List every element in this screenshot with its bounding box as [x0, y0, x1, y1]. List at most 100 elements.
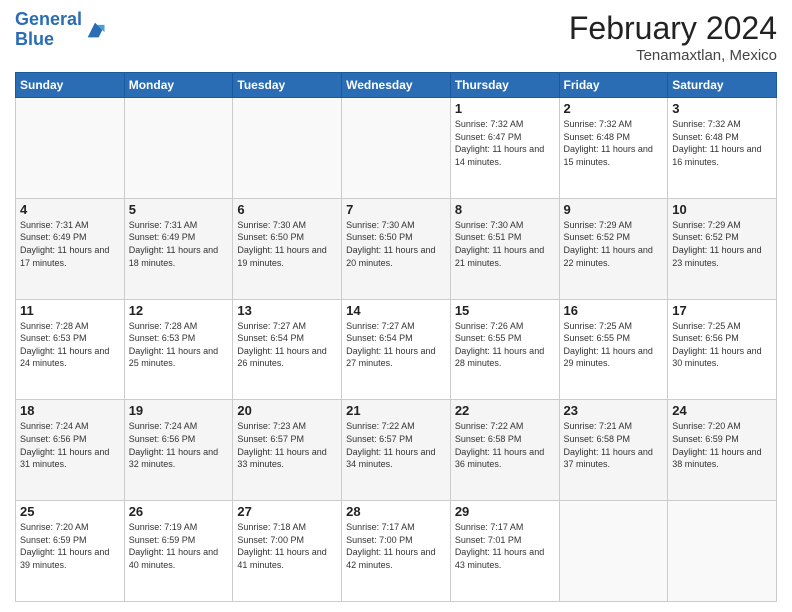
calendar-cell [233, 98, 342, 199]
day-number: 12 [129, 303, 229, 318]
day-number: 15 [455, 303, 555, 318]
day-info: Sunrise: 7:31 AM Sunset: 6:49 PM Dayligh… [20, 219, 120, 269]
day-info: Sunrise: 7:30 AM Sunset: 6:51 PM Dayligh… [455, 219, 555, 269]
logo: General Blue [15, 10, 106, 50]
logo-blue: Blue [15, 29, 54, 49]
day-info: Sunrise: 7:22 AM Sunset: 6:57 PM Dayligh… [346, 420, 446, 470]
day-info: Sunrise: 7:23 AM Sunset: 6:57 PM Dayligh… [237, 420, 337, 470]
calendar-cell [16, 98, 125, 199]
calendar-cell: 1Sunrise: 7:32 AM Sunset: 6:47 PM Daylig… [450, 98, 559, 199]
day-info: Sunrise: 7:24 AM Sunset: 6:56 PM Dayligh… [129, 420, 229, 470]
day-number: 27 [237, 504, 337, 519]
day-number: 29 [455, 504, 555, 519]
calendar-header-monday: Monday [124, 73, 233, 98]
calendar-cell: 2 Sunrise: 7:32 AM Sunset: 6:48 PM Daylig… [559, 98, 668, 199]
calendar-cell [342, 98, 451, 199]
calendar-week-3: 11Sunrise: 7:28 AM Sunset: 6:53 PM Dayli… [16, 299, 777, 400]
day-number: 24 [672, 403, 772, 418]
calendar-cell: 12Sunrise: 7:28 AM Sunset: 6:53 PM Dayli… [124, 299, 233, 400]
day-info: Sunrise: 7:30 AM Sunset: 6:50 PM Dayligh… [237, 219, 337, 269]
day-number: 22 [455, 403, 555, 418]
day-info: Sunrise: 7:26 AM Sunset: 6:55 PM Dayligh… [455, 320, 555, 370]
header: General Blue February 2024 Tenamaxtlan, … [15, 10, 777, 64]
day-number: 25 [20, 504, 120, 519]
calendar-cell: 3 Sunrise: 7:32 AM Sunset: 6:48 PM Daylig… [668, 98, 777, 199]
calendar-cell: 28 Sunrise: 7:17 AM Sunset: 7:00 PM Dayli… [342, 501, 451, 602]
calendar-week-1: 1Sunrise: 7:32 AM Sunset: 6:47 PM Daylig… [16, 98, 777, 199]
calendar-week-4: 18 Sunrise: 7:24 AM Sunset: 6:56 PM Dayli… [16, 400, 777, 501]
calendar-cell: 25 Sunrise: 7:20 AM Sunset: 6:59 PM Dayli… [16, 501, 125, 602]
calendar-cell: 18 Sunrise: 7:24 AM Sunset: 6:56 PM Dayli… [16, 400, 125, 501]
day-info: Sunrise: 7:25 AM Sunset: 6:55 PM Dayligh… [564, 320, 664, 370]
calendar-cell: 10Sunrise: 7:29 AM Sunset: 6:52 PM Dayli… [668, 198, 777, 299]
day-info: Sunrise: 7:25 AM Sunset: 6:56 PM Dayligh… [672, 320, 772, 370]
calendar-cell: 6 Sunrise: 7:30 AM Sunset: 6:50 PM Daylig… [233, 198, 342, 299]
day-info: Sunrise: 7:18 AM Sunset: 7:00 PM Dayligh… [237, 521, 337, 571]
day-number: 14 [346, 303, 446, 318]
calendar-cell: 29 Sunrise: 7:17 AM Sunset: 7:01 PM Dayli… [450, 501, 559, 602]
calendar-header-saturday: Saturday [668, 73, 777, 98]
day-info: Sunrise: 7:29 AM Sunset: 6:52 PM Dayligh… [672, 219, 772, 269]
day-number: 5 [129, 202, 229, 217]
calendar-table: SundayMondayTuesdayWednesdayThursdayFrid… [15, 72, 777, 602]
day-info: Sunrise: 7:20 AM Sunset: 6:59 PM Dayligh… [20, 521, 120, 571]
day-info: Sunrise: 7:28 AM Sunset: 6:53 PM Dayligh… [20, 320, 120, 370]
day-info: Sunrise: 7:24 AM Sunset: 6:56 PM Dayligh… [20, 420, 120, 470]
day-info: Sunrise: 7:30 AM Sunset: 6:50 PM Dayligh… [346, 219, 446, 269]
calendar-cell: 14 Sunrise: 7:27 AM Sunset: 6:54 PM Dayli… [342, 299, 451, 400]
logo-text: General Blue [15, 10, 82, 50]
day-info: Sunrise: 7:27 AM Sunset: 6:54 PM Dayligh… [346, 320, 446, 370]
day-info: Sunrise: 7:17 AM Sunset: 7:01 PM Dayligh… [455, 521, 555, 571]
day-info: Sunrise: 7:29 AM Sunset: 6:52 PM Dayligh… [564, 219, 664, 269]
day-number: 1 [455, 101, 555, 116]
day-number: 18 [20, 403, 120, 418]
calendar-cell: 4 Sunrise: 7:31 AM Sunset: 6:49 PM Daylig… [16, 198, 125, 299]
calendar-cell: 16Sunrise: 7:25 AM Sunset: 6:55 PM Dayli… [559, 299, 668, 400]
calendar-cell: 22 Sunrise: 7:22 AM Sunset: 6:58 PM Dayli… [450, 400, 559, 501]
title-block: February 2024 Tenamaxtlan, Mexico [569, 10, 777, 64]
calendar-header-friday: Friday [559, 73, 668, 98]
day-number: 6 [237, 202, 337, 217]
day-info: Sunrise: 7:32 AM Sunset: 6:48 PM Dayligh… [672, 118, 772, 168]
calendar-cell: 15 Sunrise: 7:26 AM Sunset: 6:55 PM Dayli… [450, 299, 559, 400]
day-number: 13 [237, 303, 337, 318]
day-info: Sunrise: 7:21 AM Sunset: 6:58 PM Dayligh… [564, 420, 664, 470]
calendar-cell: 5 Sunrise: 7:31 AM Sunset: 6:49 PM Daylig… [124, 198, 233, 299]
calendar-cell: 9 Sunrise: 7:29 AM Sunset: 6:52 PM Daylig… [559, 198, 668, 299]
day-number: 9 [564, 202, 664, 217]
day-number: 21 [346, 403, 446, 418]
calendar-header-thursday: Thursday [450, 73, 559, 98]
calendar-cell: 23 Sunrise: 7:21 AM Sunset: 6:58 PM Dayli… [559, 400, 668, 501]
calendar-header-sunday: Sunday [16, 73, 125, 98]
day-info: Sunrise: 7:31 AM Sunset: 6:49 PM Dayligh… [129, 219, 229, 269]
day-info: Sunrise: 7:32 AM Sunset: 6:48 PM Dayligh… [564, 118, 664, 168]
day-info: Sunrise: 7:19 AM Sunset: 6:59 PM Dayligh… [129, 521, 229, 571]
day-info: Sunrise: 7:17 AM Sunset: 7:00 PM Dayligh… [346, 521, 446, 571]
calendar-cell: 24 Sunrise: 7:20 AM Sunset: 6:59 PM Dayli… [668, 400, 777, 501]
calendar-cell: 19 Sunrise: 7:24 AM Sunset: 6:56 PM Dayli… [124, 400, 233, 501]
calendar-cell: 21 Sunrise: 7:22 AM Sunset: 6:57 PM Dayli… [342, 400, 451, 501]
day-info: Sunrise: 7:20 AM Sunset: 6:59 PM Dayligh… [672, 420, 772, 470]
day-number: 23 [564, 403, 664, 418]
calendar-cell: 17Sunrise: 7:25 AM Sunset: 6:56 PM Dayli… [668, 299, 777, 400]
calendar-header-wednesday: Wednesday [342, 73, 451, 98]
day-number: 20 [237, 403, 337, 418]
subtitle: Tenamaxtlan, Mexico [569, 47, 777, 64]
calendar-header-row: SundayMondayTuesdayWednesdayThursdayFrid… [16, 73, 777, 98]
day-number: 19 [129, 403, 229, 418]
day-number: 26 [129, 504, 229, 519]
calendar-cell [668, 501, 777, 602]
day-number: 2 [564, 101, 664, 116]
calendar-cell: 26 Sunrise: 7:19 AM Sunset: 6:59 PM Dayli… [124, 501, 233, 602]
main-title: February 2024 [569, 10, 777, 47]
day-number: 7 [346, 202, 446, 217]
day-number: 4 [20, 202, 120, 217]
day-number: 28 [346, 504, 446, 519]
calendar-cell [124, 98, 233, 199]
calendar-header-tuesday: Tuesday [233, 73, 342, 98]
day-info: Sunrise: 7:22 AM Sunset: 6:58 PM Dayligh… [455, 420, 555, 470]
day-number: 3 [672, 101, 772, 116]
page: General Blue February 2024 Tenamaxtlan, … [0, 0, 792, 612]
calendar-cell: 13Sunrise: 7:27 AM Sunset: 6:54 PM Dayli… [233, 299, 342, 400]
logo-general: General [15, 9, 82, 29]
